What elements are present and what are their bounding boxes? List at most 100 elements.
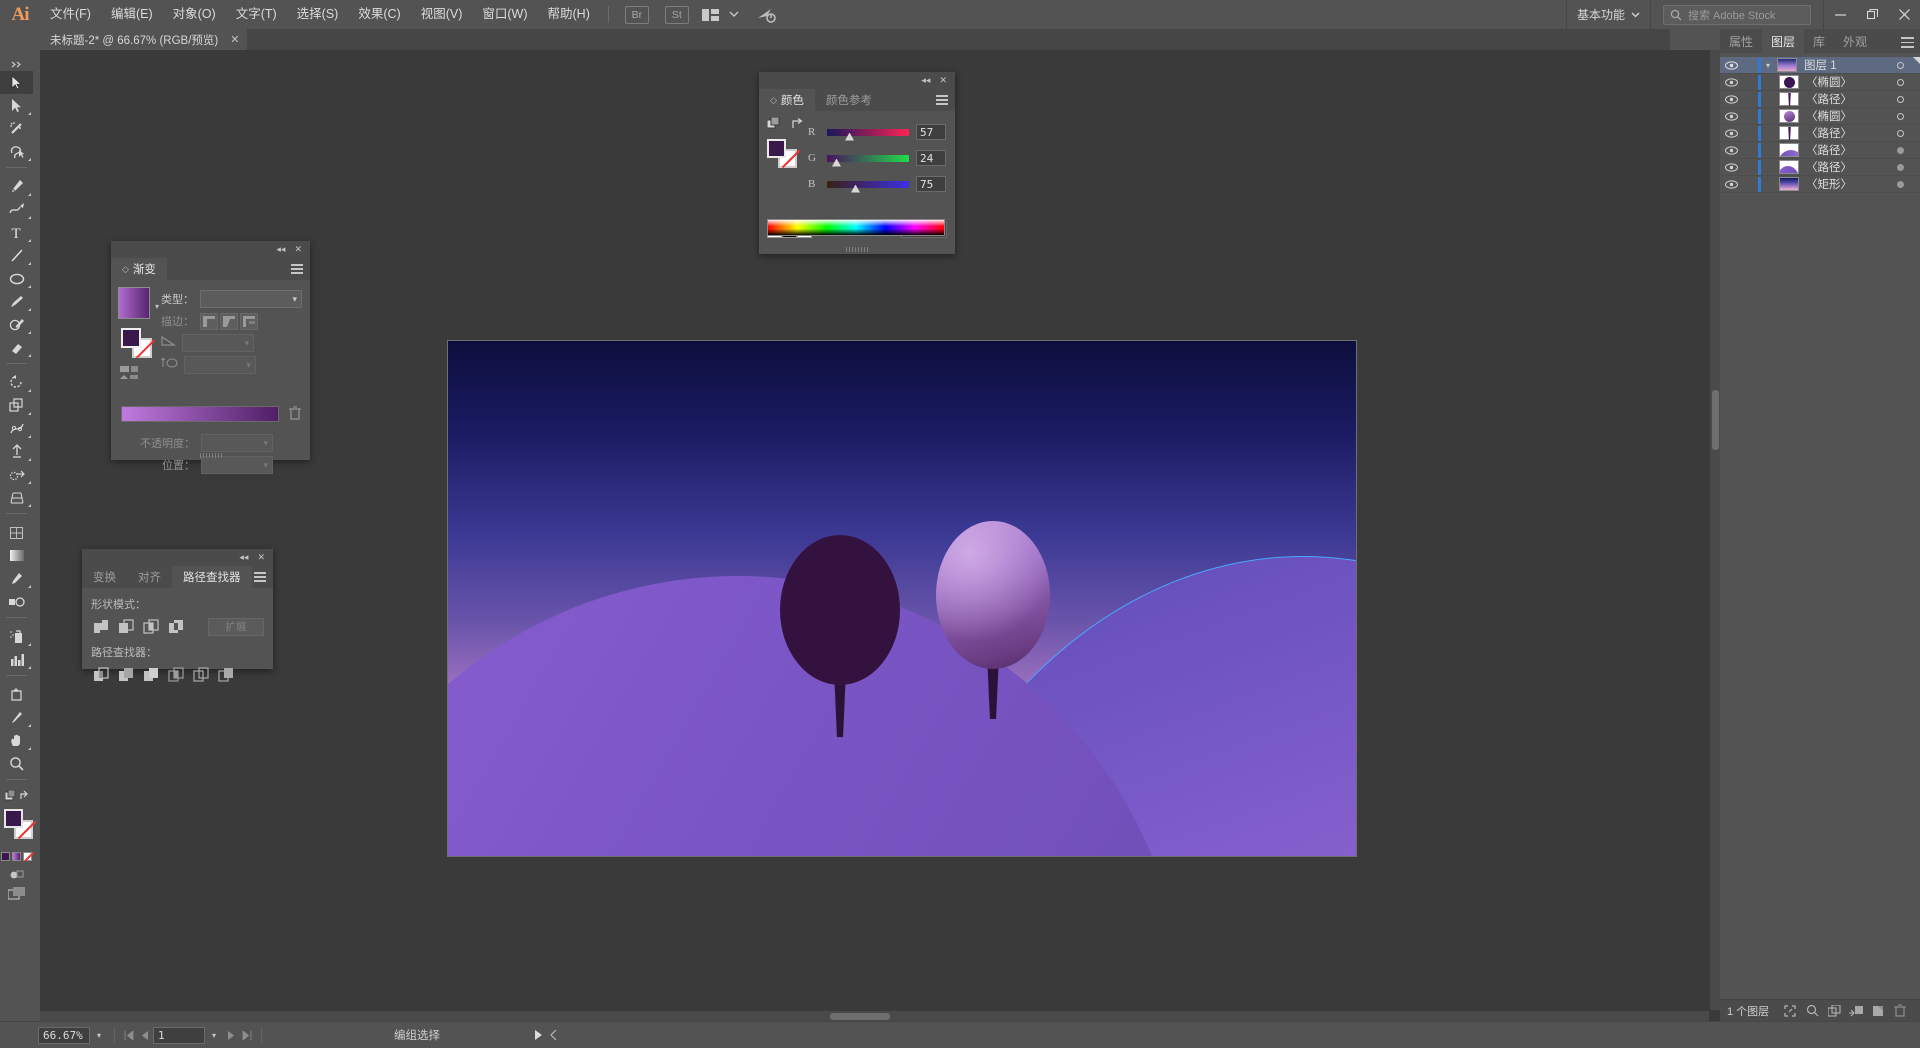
slice-tool[interactable] xyxy=(0,706,33,729)
paintbrush-tool[interactable] xyxy=(0,290,33,313)
status-collapse-icon[interactable] xyxy=(546,1027,562,1044)
status-menu-icon[interactable] xyxy=(530,1027,546,1044)
chevron-down-icon[interactable]: ▾ xyxy=(1761,61,1775,70)
magic-wand-tool[interactable] xyxy=(0,117,33,140)
stock-button[interactable]: St xyxy=(664,5,689,24)
layer-row-path-hill-right[interactable]: 〈路径〉 xyxy=(1720,142,1920,159)
pathfinder-panel-titlebar[interactable]: ◂◂ ✕ xyxy=(82,549,273,566)
pathfinder-panel[interactable]: ◂◂ ✕ 变换 对齐 路径查找器 形状模式： 扩展 路径查找器： xyxy=(82,549,273,682)
next-artboard-button[interactable] xyxy=(223,1027,239,1044)
artboard-dropdown-icon[interactable]: ▾ xyxy=(205,1027,223,1044)
visibility-eye-icon[interactable] xyxy=(1720,94,1742,104)
eyedropper-tool[interactable] xyxy=(0,567,33,590)
menu-effect[interactable]: 效果(C) xyxy=(348,0,410,29)
layer-name[interactable]: 〈路径〉 xyxy=(1806,142,1852,158)
slider-knob-g[interactable] xyxy=(832,158,841,167)
new-layer-icon[interactable] xyxy=(1867,1000,1889,1022)
artboard[interactable] xyxy=(447,340,1357,857)
trim-button[interactable] xyxy=(116,665,135,684)
layer-name[interactable]: 〈矩形〉 xyxy=(1806,176,1852,192)
tab-libraries[interactable]: 库 xyxy=(1804,29,1834,53)
visibility-eye-icon[interactable] xyxy=(1720,60,1742,70)
canvas-vertical-scrollbar[interactable] xyxy=(1709,50,1720,1010)
menu-object[interactable]: 对象(O) xyxy=(163,0,226,29)
exclude-button[interactable] xyxy=(166,617,185,636)
new-sublayer-icon[interactable] xyxy=(1823,1000,1845,1022)
chevron-down-icon[interactable]: ▾ xyxy=(155,302,159,311)
locate-object-icon[interactable] xyxy=(1779,1000,1801,1022)
pen-tool[interactable] xyxy=(0,175,33,198)
zoom-tool[interactable] xyxy=(0,752,33,775)
close-icon[interactable]: ✕ xyxy=(294,245,302,254)
menu-edit[interactable]: 编辑(E) xyxy=(101,0,163,29)
slider-track-g[interactable] xyxy=(827,154,909,167)
stroke-across-button[interactable] xyxy=(240,312,258,330)
layer-name[interactable]: 〈椭圆〉 xyxy=(1806,108,1852,124)
gradient-type-select[interactable]: ▾ xyxy=(200,290,302,308)
merge-button[interactable] xyxy=(141,665,160,684)
target-circle-icon[interactable] xyxy=(1897,112,1904,120)
first-artboard-button[interactable] xyxy=(121,1027,137,1044)
reverse-gradient-icon[interactable] xyxy=(120,366,140,386)
close-icon[interactable]: ✕ xyxy=(230,33,239,46)
layer-name[interactable]: 图层 1 xyxy=(1804,57,1837,73)
eraser-tool[interactable] xyxy=(0,336,33,359)
last-artboard-button[interactable] xyxy=(239,1027,255,1044)
gradient-button[interactable] xyxy=(12,852,21,861)
color-panel[interactable]: ◂◂ ✕ ◇ 颜色 颜色参考 R 57 G 24 B 75 xyxy=(759,72,955,254)
shape-builder-tool[interactable] xyxy=(0,463,33,486)
panel-menu-icon[interactable] xyxy=(1901,37,1914,51)
layer-name[interactable]: 〈路径〉 xyxy=(1806,91,1852,107)
crop-button[interactable] xyxy=(166,665,185,684)
intersect-button[interactable] xyxy=(141,617,160,636)
curvature-tool[interactable] xyxy=(0,198,33,221)
menu-type[interactable]: 文字(T) xyxy=(226,0,287,29)
fill-stroke-swatches[interactable] xyxy=(0,808,33,848)
layer-name[interactable]: 〈椭圆〉 xyxy=(1806,74,1852,90)
visibility-eye-icon[interactable] xyxy=(1720,179,1742,189)
chevron-down-icon[interactable] xyxy=(729,11,739,18)
gradient-preview-swatch[interactable] xyxy=(118,287,150,319)
layer-row-ellipse-light[interactable]: 〈椭圆〉 xyxy=(1720,108,1920,125)
slider-track-b[interactable] xyxy=(827,180,909,193)
mesh-tool[interactable] xyxy=(0,521,33,544)
menu-window[interactable]: 窗口(W) xyxy=(472,0,537,29)
workspace-switcher[interactable]: 基本功能 xyxy=(1567,6,1650,23)
scroll-thumb[interactable] xyxy=(1712,390,1719,450)
close-icon[interactable]: ✕ xyxy=(257,553,265,562)
tab-properties[interactable]: 属性 xyxy=(1720,29,1762,53)
canvas-horizontal-scrollbar[interactable] xyxy=(40,1010,1709,1021)
slider-track-r[interactable] xyxy=(827,128,909,141)
drawing-mode-icon[interactable] xyxy=(0,863,33,883)
search-icon[interactable] xyxy=(1801,1000,1823,1022)
target-circle-icon[interactable] xyxy=(1897,146,1904,154)
delete-layer-icon[interactable] xyxy=(1889,1000,1911,1022)
perspective-grid-tool[interactable] xyxy=(0,486,33,509)
tab-appearance[interactable]: 外观 xyxy=(1834,29,1876,53)
panel-menu-icon[interactable] xyxy=(254,572,266,584)
expand-button[interactable]: 扩展 xyxy=(208,617,264,636)
minus-front-button[interactable] xyxy=(116,617,135,636)
visibility-eye-icon[interactable] xyxy=(1720,145,1742,155)
fill-swatch[interactable] xyxy=(121,328,141,348)
divide-button[interactable] xyxy=(91,665,110,684)
hand-tool[interactable] xyxy=(0,729,33,752)
minus-back-button[interactable] xyxy=(216,665,235,684)
fill-swatch[interactable] xyxy=(4,809,23,828)
collapse-icon[interactable]: ◂◂ xyxy=(239,553,248,562)
target-circle-icon[interactable] xyxy=(1897,129,1904,137)
tab-gradient[interactable]: ◇ 渐变 xyxy=(111,258,167,280)
menu-view[interactable]: 视图(V) xyxy=(411,0,473,29)
layer-row-path-hill-left[interactable]: 〈路径〉 xyxy=(1720,159,1920,176)
tree-light-crown-ellipse[interactable] xyxy=(936,521,1050,669)
layer-row-path-trunk-2[interactable]: 〈路径〉 xyxy=(1720,125,1920,142)
target-circle-icon[interactable] xyxy=(1897,61,1904,69)
collapse-icon[interactable]: ◂◂ xyxy=(921,76,930,85)
arrange-documents-icon[interactable] xyxy=(701,8,719,21)
home-screen-icon[interactable] xyxy=(756,7,776,23)
gradient-angle-select[interactable]: ▾ xyxy=(182,334,254,352)
visibility-eye-icon[interactable] xyxy=(1720,77,1742,87)
gradient-fill-stroke-swatches[interactable] xyxy=(121,328,152,358)
color-panel-swatches[interactable] xyxy=(767,139,797,168)
rotate-tool[interactable] xyxy=(0,371,33,394)
